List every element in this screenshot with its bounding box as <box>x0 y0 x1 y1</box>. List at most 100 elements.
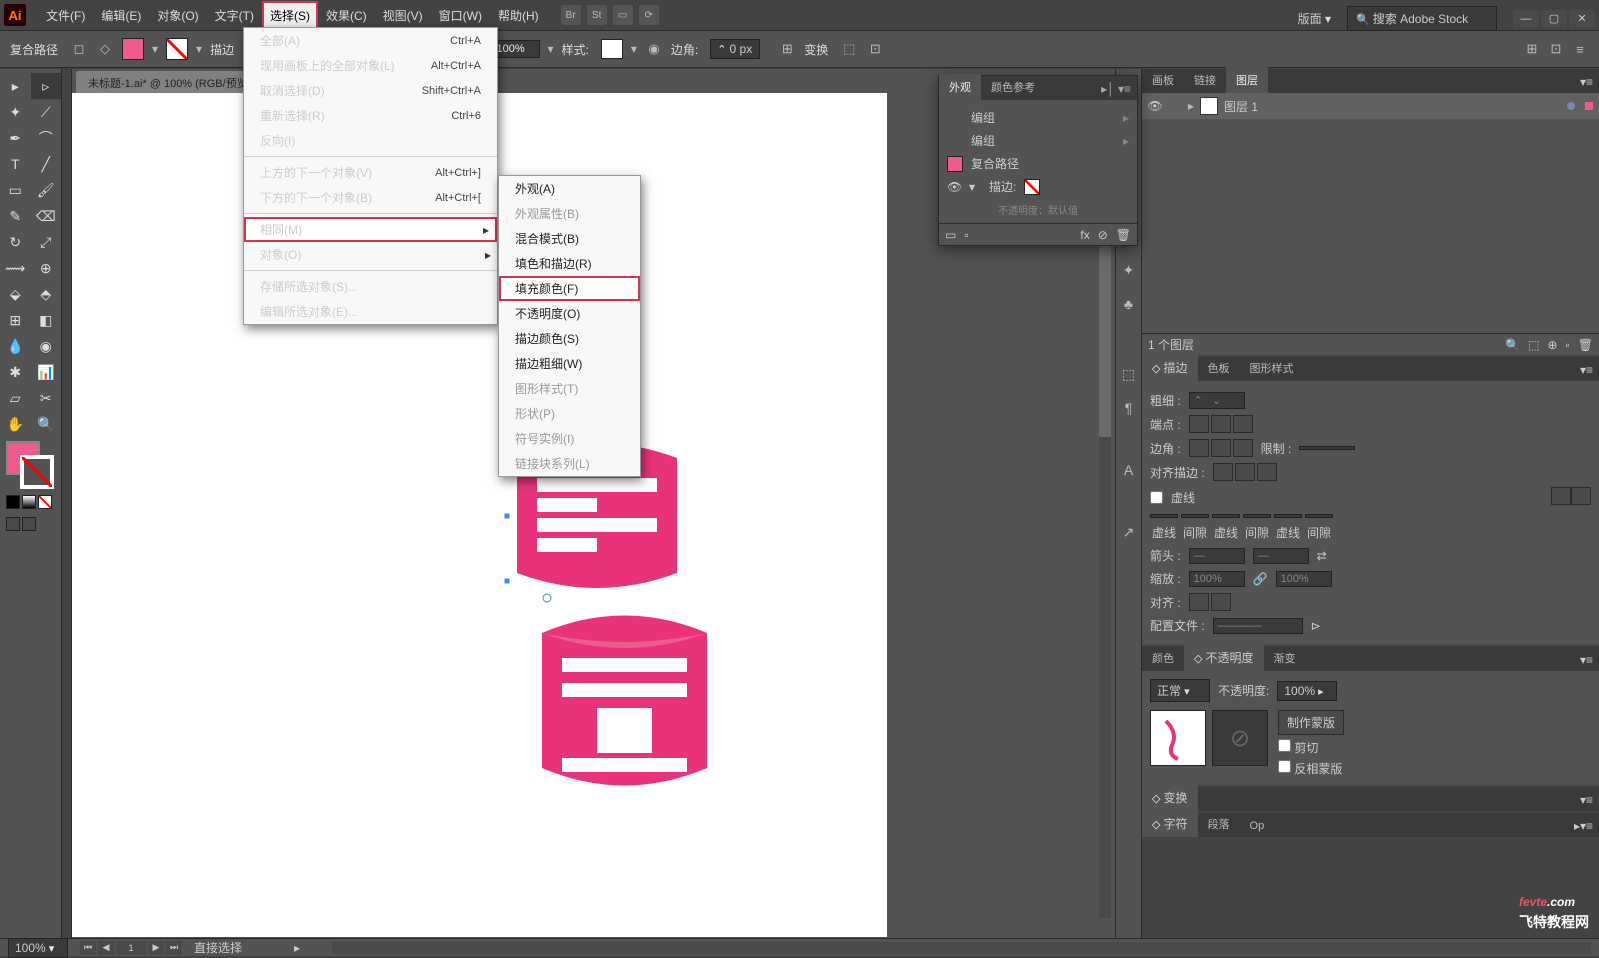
menu-type[interactable]: 文字(T) <box>207 1 262 30</box>
anchor-convert-icon[interactable]: ◻ <box>70 40 88 58</box>
tab-character[interactable]: ◇ 字符 <box>1142 810 1198 837</box>
arrow-start-select[interactable]: — <box>1189 548 1245 564</box>
horizontal-scrollbar[interactable] <box>332 942 1591 954</box>
same-stroke-color[interactable]: 描边颜色(S) <box>499 326 640 351</box>
tab-color-guide[interactable]: 颜色参考 <box>981 74 1045 100</box>
cap-round-icon[interactable] <box>1211 415 1231 433</box>
artboard-number[interactable]: 1 <box>116 941 146 955</box>
corner-field[interactable]: ⌃ 0 px <box>710 39 760 59</box>
visibility-icon[interactable]: 👁 <box>1148 99 1162 113</box>
dashed-checkbox[interactable] <box>1150 491 1163 504</box>
stroke-none-icon[interactable] <box>1024 179 1040 195</box>
tab-stroke[interactable]: ◇ 描边 <box>1142 354 1198 381</box>
free-transform-tool[interactable]: ⊕ <box>31 255 62 281</box>
maximize-button[interactable]: ▢ <box>1541 10 1567 28</box>
selection-tool[interactable]: ▸ <box>0 73 31 99</box>
grid-icon[interactable]: ⊞ <box>1523 40 1541 58</box>
toolbox-collapse[interactable] <box>62 69 72 938</box>
export-panel-icon[interactable]: ↗ <box>1120 523 1138 541</box>
same-fill-stroke[interactable]: 填色和描边(R) <box>499 251 640 276</box>
character-panel-icon[interactable]: A <box>1120 461 1138 479</box>
tab-transparency[interactable]: ◇ 不透明度 <box>1184 644 1264 671</box>
zoom-tool[interactable]: 🔍 <box>31 411 62 437</box>
clip-checkbox[interactable]: 剪切 <box>1278 739 1344 756</box>
close-button[interactable]: ✕ <box>1569 10 1595 28</box>
delete-layer-icon[interactable]: 🗑 <box>1578 338 1593 352</box>
join-miter-icon[interactable] <box>1189 439 1209 457</box>
menu-next-below[interactable]: 下方的下一个对象(B)Alt+Ctrl+[ <box>244 185 497 210</box>
flip-profile-icon[interactable]: ⊳ <box>1311 619 1321 633</box>
tab-gradient[interactable]: 渐变 <box>1264 645 1306 671</box>
profile-select[interactable]: ———— <box>1213 618 1303 634</box>
arrow-align2-icon[interactable] <box>1211 593 1231 611</box>
cap-butt-icon[interactable] <box>1189 415 1209 433</box>
align-icon[interactable]: ⊞ <box>778 40 796 58</box>
make-mask-button[interactable]: 制作蒙版 <box>1278 710 1344 735</box>
new-layer-icon[interactable]: ▫ <box>1566 338 1570 352</box>
gradient-mode-icon[interactable] <box>22 495 36 509</box>
minimize-button[interactable]: — <box>1513 10 1539 28</box>
menu-select[interactable]: 选择(S) <box>262 1 318 30</box>
perspective-tool[interactable]: ⬘ <box>31 281 62 307</box>
arrange-icon[interactable]: ▭ <box>613 5 633 25</box>
tab-graphic-styles[interactable]: 图形样式 <box>1240 355 1304 381</box>
draw-mode-icon[interactable] <box>22 517 36 531</box>
fill-swatch[interactable] <box>122 38 144 60</box>
graph-tool[interactable]: 📊 <box>31 359 62 385</box>
swap-arrows-icon[interactable]: ⇄ <box>1317 549 1327 563</box>
menu-object-sub[interactable]: 对象(O)▸ <box>244 242 497 267</box>
recolor-icon[interactable]: ◉ <box>645 40 663 58</box>
width-tool[interactable]: ⟿ <box>0 255 31 281</box>
align-outside-icon[interactable] <box>1257 463 1277 481</box>
screen-mode-icon[interactable] <box>6 517 20 531</box>
align-inside-icon[interactable] <box>1235 463 1255 481</box>
none-mode-icon[interactable] <box>38 495 52 509</box>
blend-tool[interactable]: ◉ <box>31 333 62 359</box>
menu-save-selection[interactable]: 存储所选对象(S)... <box>244 274 497 299</box>
gap3-input[interactable] <box>1305 514 1333 518</box>
menu-file[interactable]: 文件(F) <box>38 1 93 30</box>
first-artboard-button[interactable]: ⏮ <box>80 941 96 955</box>
curvature-tool[interactable]: ⌒ <box>31 125 62 151</box>
dash-preserve-icon[interactable] <box>1571 487 1591 505</box>
dash-align-icon[interactable] <box>1551 487 1571 505</box>
color-mode-icon[interactable] <box>6 495 20 509</box>
tab-color[interactable]: 颜色 <box>1142 645 1184 671</box>
dash3-input[interactable] <box>1274 514 1302 518</box>
document-tab[interactable]: 未标题-1.ai* @ 100% (RGB/预览 <box>76 71 260 95</box>
fill-stroke-indicator[interactable] <box>0 437 61 493</box>
stroke-weight-input[interactable]: ⌃ ⌄ <box>1189 392 1245 409</box>
menu-view[interactable]: 视图(V) <box>375 1 431 30</box>
arrow-scale1-input[interactable]: 100% <box>1189 571 1245 587</box>
last-artboard-button[interactable]: ⏭ <box>166 941 182 955</box>
arrow-end-select[interactable]: — <box>1253 548 1309 564</box>
stroke-panel-icon[interactable]: ✦ <box>1120 261 1138 279</box>
arrow-align1-icon[interactable] <box>1189 593 1209 611</box>
stroke-menu-icon[interactable]: ▾≡ <box>1574 359 1599 381</box>
pen-tool[interactable]: ✒ <box>0 125 31 151</box>
appearance-fx-icon[interactable]: fx <box>1080 228 1089 242</box>
tab-artboards[interactable]: 画板 <box>1142 67 1184 93</box>
same-blend-mode[interactable]: 混合模式(B) <box>499 226 640 251</box>
stroke-swatch[interactable] <box>166 38 188 60</box>
join-round-icon[interactable] <box>1211 439 1231 457</box>
dash2-input[interactable] <box>1212 514 1240 518</box>
appearance-trash-icon[interactable]: 🗑 <box>1116 228 1131 242</box>
arrow-scale2-input[interactable]: 100% <box>1276 571 1332 587</box>
dash1-input[interactable] <box>1150 514 1178 518</box>
tab-paragraph[interactable]: 段落 <box>1198 811 1240 837</box>
eyedropper-tool[interactable]: 💧 <box>0 333 31 359</box>
make-clip-icon[interactable]: ⬚ <box>1528 338 1539 352</box>
menu-edit[interactable]: 编辑(E) <box>93 1 149 30</box>
tab-swatches[interactable]: 色板 <box>1198 355 1240 381</box>
menu-inverse[interactable]: 反向(I) <box>244 128 497 153</box>
fill-swatch-icon[interactable] <box>947 156 963 172</box>
snap-icon[interactable]: ⊡ <box>1547 40 1565 58</box>
magic-wand-tool[interactable]: ✦ <box>0 99 31 125</box>
gradient-panel-icon[interactable]: ♣ <box>1120 295 1138 313</box>
gpu-icon[interactable]: ⟳ <box>639 5 659 25</box>
scale-tool[interactable]: ⤢ <box>31 229 62 255</box>
transform-label[interactable]: 变换 <box>804 41 828 58</box>
menu-select-all[interactable]: 全部(A)Ctrl+A <box>244 28 497 53</box>
zoom-field[interactable]: 100% ▾ <box>8 938 68 958</box>
